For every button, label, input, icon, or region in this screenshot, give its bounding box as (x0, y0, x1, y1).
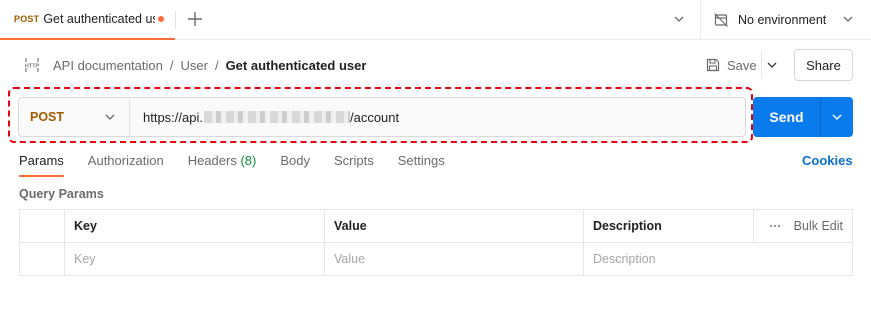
svg-text:HTTP: HTTP (25, 64, 40, 70)
column-header-key: Key (64, 209, 325, 243)
query-params-table: Key Value Description Bulk Edit Key Valu… (19, 209, 853, 276)
tab-label: Authorization (87, 153, 164, 168)
tab-divider (175, 11, 176, 29)
tab-label: Params (19, 153, 64, 168)
tab-settings[interactable]: Settings (398, 151, 445, 177)
unsaved-dot-icon (158, 16, 165, 22)
method-label: POST (30, 110, 65, 124)
column-header-value: Value (324, 209, 584, 243)
tab-body[interactable]: Body (280, 151, 310, 177)
send-chevron-down-icon (832, 114, 842, 120)
url-bar: POST https://api. /account (18, 97, 746, 137)
breadcrumb: HTTP API documentation / User / Get auth… (23, 55, 367, 75)
tabs-chevron-down-icon[interactable] (672, 12, 686, 26)
request-tab[interactable]: POST Get authenticated user (0, 0, 175, 40)
key-input[interactable]: Key (64, 242, 325, 276)
table-header-row: Key Value Description Bulk Edit (19, 209, 853, 243)
breadcrumb-item-collection[interactable]: API documentation (53, 58, 163, 73)
save-divider (761, 52, 762, 78)
send-button[interactable]: Send (753, 97, 821, 137)
bulk-edit-button[interactable]: Bulk Edit (763, 219, 843, 233)
new-tab-plus-icon[interactable] (185, 9, 205, 29)
tab-bar: POST Get authenticated user No environme… (0, 0, 871, 40)
tab-label: Body (280, 153, 310, 168)
column-header-description: Description (583, 209, 754, 243)
save-icon (706, 58, 720, 72)
request-tabs: Params Authorization Headers (8) Body Sc… (19, 151, 469, 177)
url-prefix: https://api. (143, 109, 203, 125)
environment-divider (700, 0, 701, 40)
tab-params[interactable]: Params (19, 151, 64, 177)
method-chevron-down-icon (105, 114, 115, 120)
environment-chevron-down-icon[interactable] (841, 12, 855, 26)
environment-selector[interactable]: No environment (713, 0, 826, 40)
more-dots-icon (769, 224, 780, 228)
save-options-chevron-down-icon[interactable] (765, 58, 779, 72)
send-options-button[interactable] (821, 97, 853, 137)
value-input[interactable]: Value (324, 242, 584, 276)
description-input[interactable]: Description (583, 242, 853, 276)
tab-label: Headers (187, 153, 237, 168)
url-redacted-segment (203, 111, 350, 123)
save-button[interactable]: Save (705, 55, 757, 75)
tab-method-label: POST (14, 14, 40, 24)
breadcrumb-separator: / (169, 57, 174, 73)
row-checkbox-cell (19, 242, 65, 276)
environment-label: No environment (738, 13, 827, 27)
url-suffix: /account (349, 109, 400, 125)
share-button[interactable]: Share (794, 49, 853, 81)
tab-label: Settings (397, 153, 445, 168)
breadcrumb-item-folder[interactable]: User (180, 58, 207, 73)
bulk-edit-cell: Bulk Edit (753, 209, 853, 243)
save-label: Save (727, 57, 757, 73)
url-input[interactable]: https://api. /account (130, 98, 745, 136)
tab-headers[interactable]: Headers (8) (188, 151, 257, 177)
request-name[interactable]: Get authenticated user (226, 58, 367, 73)
headers-count-badge: (8) (240, 153, 257, 168)
checkbox-column-header (19, 209, 65, 243)
table-row: Key Value Description (19, 242, 853, 276)
breadcrumb-separator: / (214, 57, 219, 73)
cookies-link[interactable]: Cookies (802, 153, 853, 168)
bulk-edit-label: Bulk Edit (793, 219, 843, 233)
method-selector[interactable]: POST (19, 98, 130, 136)
no-environment-icon (714, 13, 728, 27)
tab-title: Get authenticated user (43, 12, 155, 26)
http-icon: HTTP (25, 58, 40, 72)
tab-authorization[interactable]: Authorization (88, 151, 164, 177)
send-button-group: Send (753, 97, 853, 137)
tab-scripts[interactable]: Scripts (334, 151, 374, 177)
tab-label: Scripts (333, 153, 374, 168)
query-params-title: Query Params (19, 187, 104, 201)
